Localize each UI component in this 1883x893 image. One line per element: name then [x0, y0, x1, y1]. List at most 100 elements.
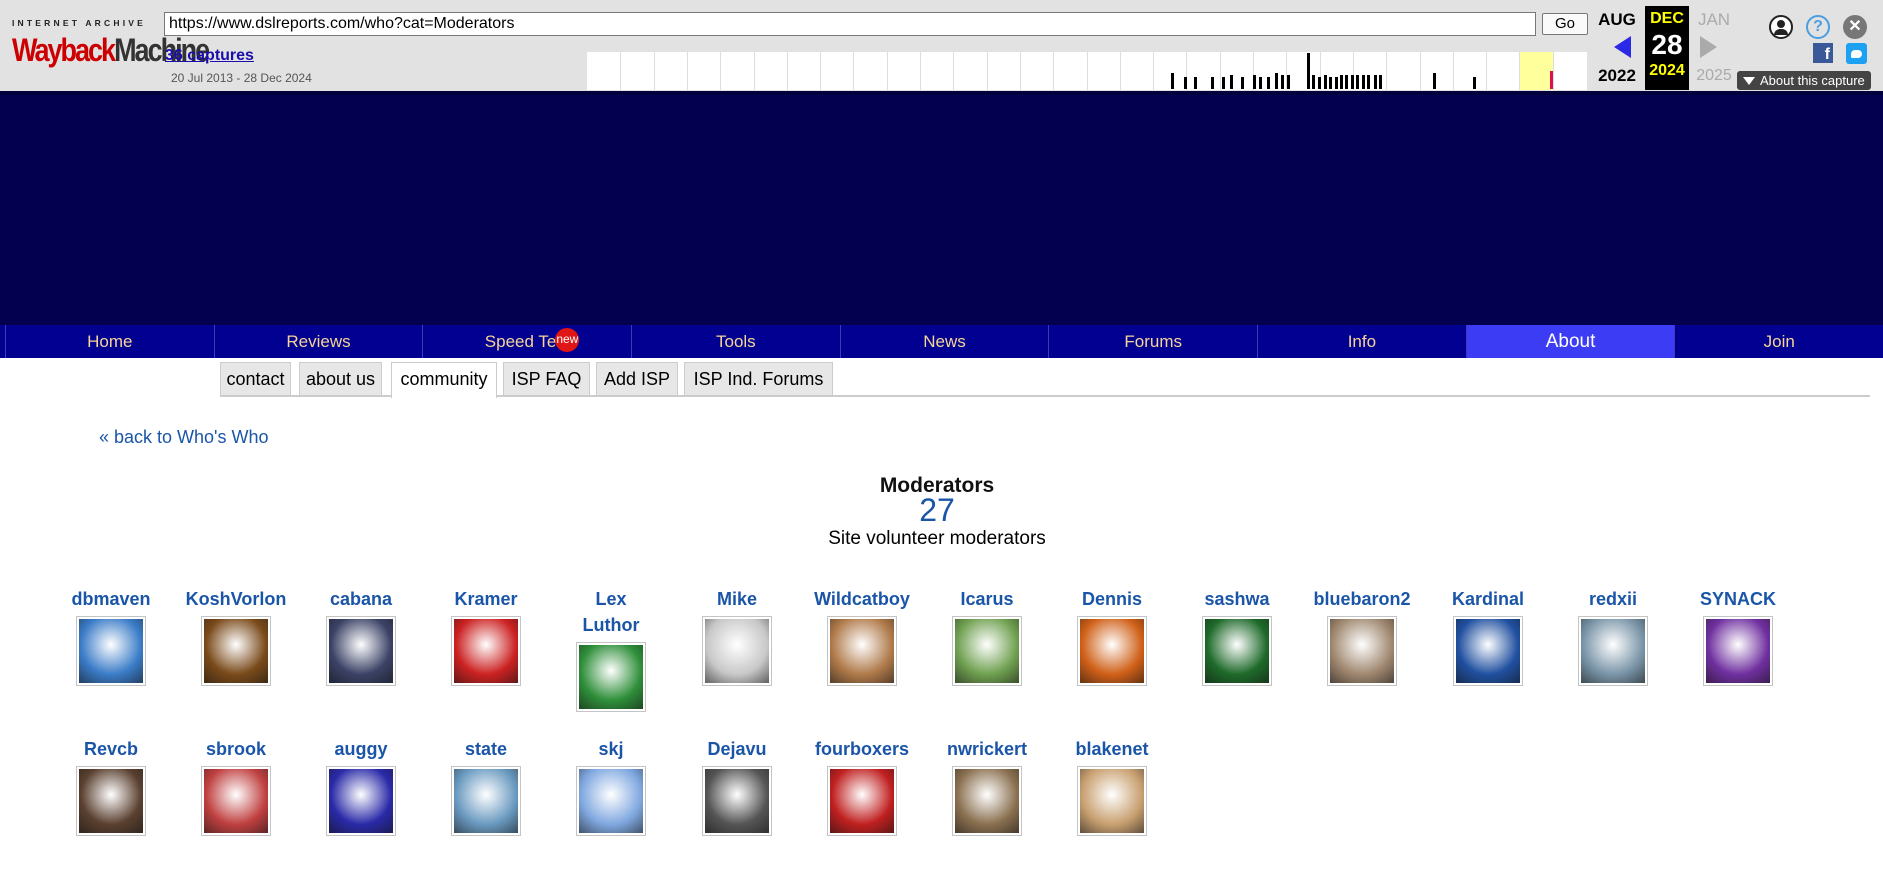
subnav-about-us[interactable]: about us: [299, 362, 382, 395]
nav-home[interactable]: Home: [5, 325, 214, 358]
moderator-name-link[interactable]: Wildcatboy: [807, 586, 917, 612]
moderator-avatar[interactable]: [1703, 616, 1773, 686]
next-capture-arrow-icon[interactable]: [1700, 36, 1717, 58]
moderator-name-link[interactable]: KoshVorlon: [181, 586, 291, 612]
moderator-avatar[interactable]: [1578, 616, 1648, 686]
moderator-name-link[interactable]: blakenet: [1057, 736, 1167, 762]
moderator-card[interactable]: Dennis: [1057, 586, 1167, 686]
moderator-name-link[interactable]: nwrickert: [932, 736, 1042, 762]
about-capture-button[interactable]: About this capture: [1737, 71, 1871, 90]
moderator-name-link[interactable]: skj: [556, 736, 666, 762]
moderator-card[interactable]: bluebaron2: [1307, 586, 1417, 686]
nav-news[interactable]: News: [839, 325, 1049, 358]
nav-join[interactable]: Join: [1674, 325, 1883, 358]
moderator-avatar[interactable]: [451, 766, 521, 836]
moderator-avatar[interactable]: [1077, 766, 1147, 836]
subnav-community[interactable]: community: [391, 362, 497, 398]
subnav-contact[interactable]: contact: [220, 362, 291, 395]
moderator-avatar[interactable]: [576, 642, 646, 712]
moderator-avatar[interactable]: [952, 766, 1022, 836]
moderator-name-link[interactable]: state: [431, 736, 541, 762]
moderator-avatar[interactable]: [76, 766, 146, 836]
moderator-avatar[interactable]: [1077, 616, 1147, 686]
moderator-avatar[interactable]: [702, 766, 772, 836]
moderator-avatar[interactable]: [952, 616, 1022, 686]
moderator-name-link[interactable]: dbmaven: [56, 586, 166, 612]
moderator-card[interactable]: fourboxers: [807, 736, 917, 836]
moderator-name-link[interactable]: Dejavu: [682, 736, 792, 762]
moderator-card[interactable]: auggy: [306, 736, 416, 836]
moderator-card[interactable]: blakenet: [1057, 736, 1167, 836]
wayback-logo[interactable]: INTERNET ARCHIVE WaybackMachine: [12, 18, 210, 74]
moderator-avatar[interactable]: [576, 766, 646, 836]
moderator-card[interactable]: redxii: [1558, 586, 1668, 686]
prev-capture-arrow-icon[interactable]: [1614, 36, 1631, 58]
moderator-card[interactable]: Dejavu: [682, 736, 792, 836]
moderator-name-link[interactable]: fourboxers: [807, 736, 917, 762]
moderator-card[interactable]: state: [431, 736, 541, 836]
moderator-avatar[interactable]: [451, 616, 521, 686]
url-input[interactable]: https://www.dslreports.com/who?cat=Moder…: [164, 12, 1536, 36]
captures-link[interactable]: 36 captures: [165, 47, 254, 65]
moderator-avatar[interactable]: [827, 616, 897, 686]
moderator-avatar[interactable]: [1202, 616, 1272, 686]
moderator-name-link[interactable]: redxii: [1558, 586, 1668, 612]
go-button[interactable]: Go: [1542, 13, 1588, 35]
nav-tools[interactable]: Tools: [631, 325, 840, 358]
help-icon[interactable]: ?: [1806, 15, 1830, 39]
moderator-name-link[interactable]: cabana: [306, 586, 416, 612]
moderator-card[interactable]: KoshVorlon: [181, 586, 291, 686]
moderator-card[interactable]: sbrook: [181, 736, 291, 836]
moderator-avatar[interactable]: [326, 766, 396, 836]
moderator-card[interactable]: Revcb: [56, 736, 166, 836]
close-icon[interactable]: ✕: [1843, 15, 1867, 39]
back-link[interactable]: « back to Who's Who: [99, 427, 269, 448]
next-month[interactable]: JAN: [1686, 10, 1742, 30]
moderator-name-link[interactable]: Kramer: [431, 586, 541, 612]
moderator-card[interactable]: Kramer: [431, 586, 541, 686]
moderator-card[interactable]: Lex Luthor: [556, 586, 666, 712]
subnav-isp-forums[interactable]: ISP Ind. Forums: [684, 362, 833, 395]
moderator-name-link[interactable]: Kardinal: [1433, 586, 1543, 612]
prev-year[interactable]: 2022: [1589, 66, 1645, 86]
nav-about[interactable]: About: [1465, 325, 1675, 358]
moderator-card[interactable]: cabana: [306, 586, 416, 686]
capture-sparkline[interactable]: [587, 52, 1587, 90]
moderator-name-link[interactable]: Lex Luthor: [581, 586, 641, 638]
moderator-name-link[interactable]: Revcb: [56, 736, 166, 762]
moderator-card[interactable]: nwrickert: [932, 736, 1042, 836]
moderator-card[interactable]: dbmaven: [56, 586, 166, 686]
moderator-card[interactable]: SYNACK: [1683, 586, 1793, 686]
moderator-avatar[interactable]: [1327, 616, 1397, 686]
moderator-card[interactable]: Mike: [682, 586, 792, 686]
next-year[interactable]: 2025: [1686, 67, 1742, 85]
moderator-card[interactable]: skj: [556, 736, 666, 836]
prev-month[interactable]: AUG: [1589, 10, 1645, 30]
moderator-avatar[interactable]: [702, 616, 772, 686]
moderator-card[interactable]: Kardinal: [1433, 586, 1543, 686]
moderator-card[interactable]: Wildcatboy: [807, 586, 917, 686]
twitter-icon[interactable]: [1846, 43, 1867, 64]
nav-reviews[interactable]: Reviews: [213, 325, 423, 358]
subnav-add-isp[interactable]: Add ISP: [596, 362, 678, 395]
moderator-avatar[interactable]: [1453, 616, 1523, 686]
nav-forums[interactable]: Forums: [1048, 325, 1257, 358]
moderator-avatar[interactable]: [827, 766, 897, 836]
moderator-name-link[interactable]: Mike: [682, 586, 792, 612]
nav-speed-test[interactable]: Speed Test new: [422, 325, 631, 358]
moderator-name-link[interactable]: Dennis: [1057, 586, 1167, 612]
nav-info[interactable]: Info: [1257, 325, 1466, 358]
moderator-name-link[interactable]: sashwa: [1182, 586, 1292, 612]
facebook-icon[interactable]: f: [1813, 43, 1833, 63]
moderator-avatar[interactable]: [201, 616, 271, 686]
moderator-card[interactable]: Icarus: [932, 586, 1042, 686]
moderator-name-link[interactable]: auggy: [306, 736, 416, 762]
subnav-isp-faq[interactable]: ISP FAQ: [503, 362, 590, 395]
moderator-name-link[interactable]: sbrook: [181, 736, 291, 762]
moderator-card[interactable]: sashwa: [1182, 586, 1292, 686]
moderator-avatar[interactable]: [326, 616, 396, 686]
moderator-avatar[interactable]: [76, 616, 146, 686]
moderator-avatar[interactable]: [201, 766, 271, 836]
moderator-name-link[interactable]: SYNACK: [1683, 586, 1793, 612]
user-icon[interactable]: [1769, 15, 1793, 39]
